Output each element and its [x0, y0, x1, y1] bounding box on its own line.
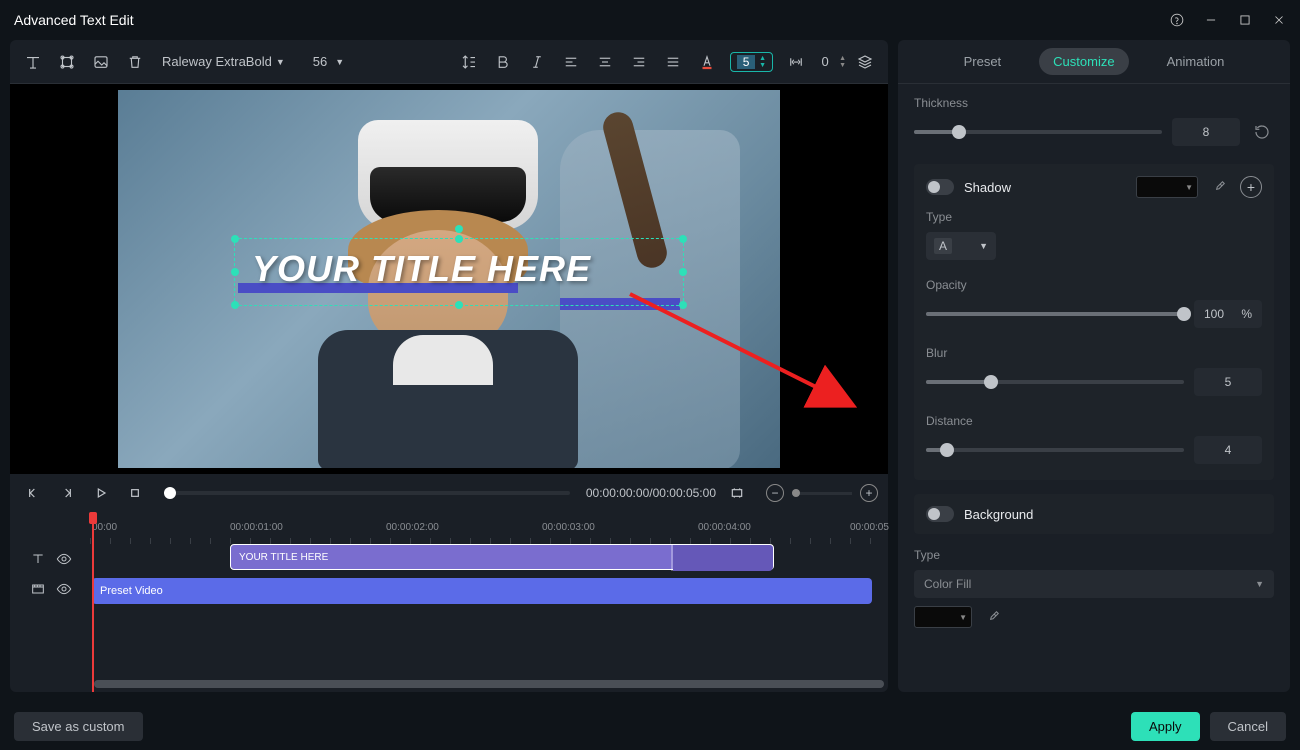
video-track: Preset Video	[90, 578, 888, 608]
italic-icon[interactable]	[522, 47, 552, 77]
timeline: 00:00 00:00:01:00 00:00:02:00 00:00:03:0…	[10, 512, 888, 692]
cancel-button[interactable]: Cancel	[1210, 712, 1286, 741]
time-display: 00:00:00:00/00:00:05:00	[586, 486, 716, 500]
layers-icon[interactable]	[850, 47, 880, 77]
font-name: Raleway ExtraBold	[162, 54, 272, 69]
timeline-scrollbar[interactable]	[94, 680, 884, 688]
stepper-up-icon[interactable]: ▲	[759, 55, 766, 62]
video-clip[interactable]: Preset Video	[92, 578, 872, 604]
timeline-ruler[interactable]: 00:00 00:00:01:00 00:00:02:00 00:00:03:0…	[90, 512, 888, 544]
size-stepper-input[interactable]	[737, 55, 755, 69]
letter-spacing-icon[interactable]	[781, 47, 811, 77]
stop-button[interactable]	[122, 480, 148, 506]
distance-value[interactable]: 4	[1194, 436, 1262, 464]
properties-panel: Thickness 8 Shadow ▼ + Type A▼ Opacity	[898, 84, 1290, 692]
chevron-down-icon: ▼	[335, 57, 344, 67]
annotation-arrow	[610, 274, 870, 414]
clip-label: YOUR TITLE HERE	[239, 552, 328, 563]
image-icon[interactable]	[86, 47, 116, 77]
transform-icon[interactable]	[52, 47, 82, 77]
align-justify-icon[interactable]	[658, 47, 688, 77]
bg-type-select[interactable]: Color Fill▼	[914, 570, 1274, 598]
type-label: Type	[926, 210, 1262, 224]
titlebar: Advanced Text Edit	[0, 0, 1300, 40]
line-height-icon[interactable]	[454, 47, 484, 77]
distance-label: Distance	[926, 414, 1262, 428]
zoom-slider[interactable]	[792, 492, 852, 495]
distance-slider[interactable]	[926, 448, 1184, 452]
maximize-icon[interactable]	[1238, 13, 1252, 27]
eyedropper-icon[interactable]	[1208, 176, 1230, 198]
next-frame-button[interactable]	[54, 480, 80, 506]
bg-type-label: Type	[914, 548, 1274, 562]
video-track-icon	[30, 581, 46, 597]
stepper-down-icon[interactable]: ▼	[759, 62, 766, 69]
opacity-label: Opacity	[926, 278, 1262, 292]
background-section: Background	[914, 494, 1274, 534]
playhead[interactable]	[92, 512, 94, 692]
align-right-icon[interactable]	[624, 47, 654, 77]
shadow-label: Shadow	[964, 180, 1126, 195]
text-track: YOUR TITLE HERE	[90, 544, 888, 574]
tab-customize[interactable]: Customize	[1039, 48, 1128, 75]
add-button[interactable]: +	[1240, 176, 1262, 198]
shadow-toggle[interactable]	[926, 179, 954, 195]
spacing-input[interactable]	[815, 54, 835, 69]
opacity-value[interactable]: 100%	[1194, 300, 1262, 328]
stepper-down-icon[interactable]: ▼	[839, 62, 846, 69]
align-left-icon[interactable]	[556, 47, 586, 77]
visibility-icon[interactable]	[56, 551, 72, 567]
font-size-select[interactable]: 56 ▼	[305, 50, 352, 73]
text-track-icon	[30, 551, 46, 567]
blur-slider[interactable]	[926, 380, 1184, 384]
tab-preset[interactable]: Preset	[950, 48, 1016, 75]
tab-animation[interactable]: Animation	[1153, 48, 1239, 75]
close-icon[interactable]	[1272, 13, 1286, 27]
text-clip[interactable]: YOUR TITLE HERE	[230, 544, 774, 570]
thickness-label: Thickness	[914, 96, 1274, 110]
footer: Save as custom Apply Cancel	[0, 702, 1300, 750]
video-preview[interactable]: YOUR TITLE HERE	[10, 84, 888, 474]
font-select[interactable]: Raleway ExtraBold ▼	[154, 50, 293, 73]
apply-button[interactable]: Apply	[1131, 712, 1200, 741]
opacity-slider[interactable]	[926, 312, 1184, 316]
thickness-slider[interactable]	[914, 130, 1162, 134]
bold-icon[interactable]	[488, 47, 518, 77]
blur-value[interactable]: 5	[1194, 368, 1262, 396]
prev-frame-button[interactable]	[20, 480, 46, 506]
delete-icon[interactable]	[120, 47, 150, 77]
shadow-section: Shadow ▼ + Type A▼ Opacity 100% Blur 5	[914, 164, 1274, 480]
playback-controls: 00:00:00:00/00:00:05:00 − +	[10, 474, 888, 512]
background-toggle[interactable]	[926, 506, 954, 522]
text-toolbar: Raleway ExtraBold▼ 56▼ ▲▼ ▲▼	[10, 40, 888, 84]
thickness-value[interactable]: 8	[1172, 118, 1240, 146]
clip-label: Preset Video	[100, 585, 163, 597]
text-tool-icon[interactable]	[18, 47, 48, 77]
size-stepper[interactable]: ▲▼	[730, 52, 773, 72]
reset-icon[interactable]	[1250, 120, 1274, 144]
blur-label: Blur	[926, 346, 1262, 360]
window-title: Advanced Text Edit	[14, 12, 134, 28]
minimize-icon[interactable]	[1204, 13, 1218, 27]
panel-tabs: Preset Customize Animation	[898, 40, 1290, 84]
shadow-color-swatch[interactable]: ▼	[1136, 176, 1198, 198]
save-custom-button[interactable]: Save as custom	[14, 712, 143, 741]
play-button[interactable]	[88, 480, 114, 506]
playback-scrubber[interactable]	[164, 491, 570, 495]
shadow-type-select[interactable]: A▼	[926, 232, 996, 260]
zoom-in-button[interactable]: +	[860, 484, 878, 502]
visibility-icon[interactable]	[56, 581, 72, 597]
background-label: Background	[964, 507, 1262, 522]
eyedropper-icon[interactable]	[982, 606, 1004, 628]
bg-color-swatch[interactable]: ▼	[914, 606, 972, 628]
chevron-down-icon: ▼	[276, 57, 285, 67]
text-color-icon[interactable]	[692, 47, 722, 77]
font-size-value: 56	[313, 54, 327, 69]
stepper-up-icon[interactable]: ▲	[839, 55, 846, 62]
zoom-out-button[interactable]: −	[766, 484, 784, 502]
crop-icon[interactable]	[724, 480, 750, 506]
align-center-icon[interactable]	[590, 47, 620, 77]
help-icon[interactable]	[1170, 13, 1184, 27]
